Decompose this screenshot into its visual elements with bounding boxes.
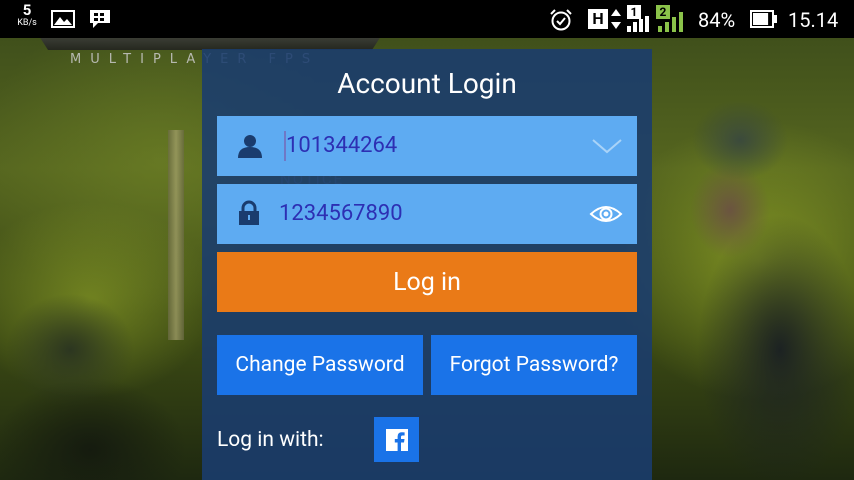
login-with-label: Log in with: — [217, 428, 324, 452]
signal-icon — [658, 12, 683, 32]
clock: 15.14 — [788, 8, 839, 32]
soldier-artwork-right — [660, 100, 854, 480]
network-speed-unit: KB/s — [17, 18, 37, 28]
password-field[interactable]: 1234567890 — [217, 184, 637, 244]
gallery-icon — [51, 10, 75, 28]
status-bar: 5 KB/s H 1 2 84% 15.14 — [0, 0, 854, 38]
network-type-label: H — [592, 9, 604, 28]
network-speed-value: 5 — [22, 1, 32, 19]
account-field[interactable]: 101344264 — [217, 116, 637, 176]
eye-icon[interactable] — [589, 202, 623, 226]
soldier-artwork-left — [0, 290, 200, 480]
user-icon — [238, 135, 262, 158]
lock-icon — [239, 200, 259, 225]
bbm-icon — [90, 10, 110, 28]
facebook-login-button[interactable] — [374, 417, 419, 462]
data-arrows-icon — [611, 9, 621, 29]
network-speed: 5 KB/s — [12, 3, 42, 28]
change-password-button[interactable]: Change Password — [217, 335, 423, 395]
forgot-password-button[interactable]: Forgot Password? — [431, 335, 637, 395]
alarm-icon — [550, 9, 572, 31]
battery-icon — [750, 10, 777, 28]
dialog-title: Account Login — [337, 67, 517, 100]
account-login-dialog: Account Login 101344264 1234567890 Log i… — [202, 49, 652, 480]
network-h-icon: H — [588, 9, 608, 29]
login-button[interactable]: Log in — [217, 252, 637, 312]
chevron-down-icon[interactable] — [591, 136, 623, 156]
password-value: 1234567890 — [279, 201, 403, 226]
account-value: 101344264 — [286, 133, 398, 158]
signal-sim1-icon — [627, 16, 649, 32]
facebook-icon — [385, 428, 408, 451]
battery-percent: 84% — [698, 8, 736, 32]
